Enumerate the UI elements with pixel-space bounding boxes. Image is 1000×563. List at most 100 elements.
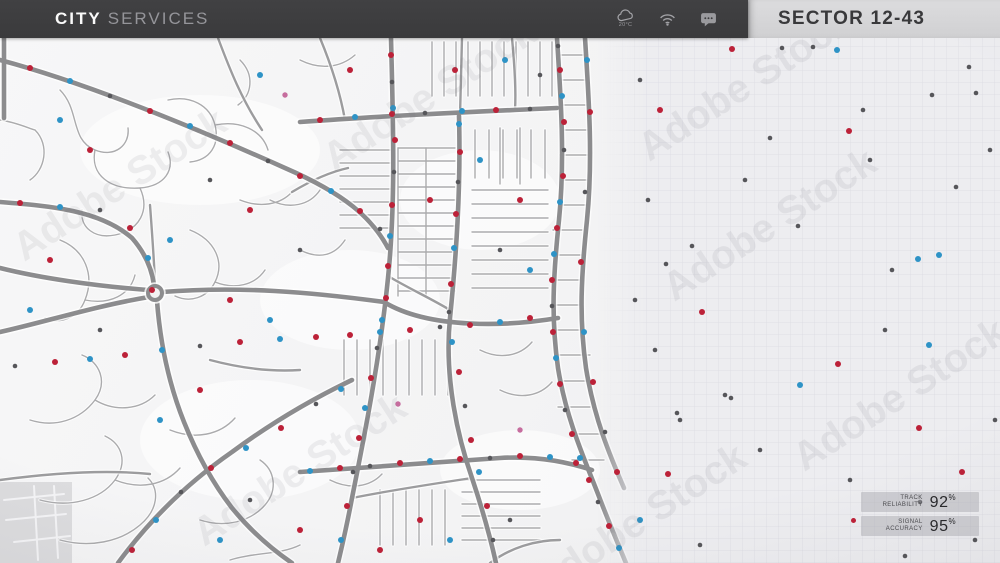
status-dot	[387, 233, 393, 239]
track-reliability-readout: TRACK RELIABILITY 92%	[861, 492, 979, 512]
status-dot	[468, 437, 474, 443]
status-dot	[487, 455, 493, 461]
status-dot	[27, 307, 33, 313]
status-dot	[606, 523, 612, 529]
status-dot	[395, 401, 401, 407]
status-dot	[167, 237, 173, 243]
status-dot	[742, 177, 748, 183]
status-dot	[645, 197, 651, 203]
status-dot	[490, 537, 496, 543]
status-dot	[637, 77, 643, 83]
status-dot	[728, 395, 734, 401]
status-dot	[208, 465, 214, 471]
wifi-indicator[interactable]	[659, 13, 676, 26]
status-dot	[127, 225, 133, 231]
status-dot	[916, 425, 922, 431]
stock-watermark-side: Adobe Stock | #533361665	[0, 320, 2, 561]
status-dot	[267, 317, 273, 323]
weather-indicator[interactable]: 20°C	[616, 9, 635, 29]
status-dot	[47, 257, 53, 263]
stat-value: 95%	[929, 516, 956, 535]
status-dot	[527, 315, 533, 321]
status-dot	[560, 173, 566, 179]
app-title-secondary: SERVICES	[107, 9, 210, 28]
status-dot	[462, 403, 468, 409]
stat-value: 92%	[929, 492, 956, 511]
status-dot	[577, 455, 583, 461]
status-dot	[449, 339, 455, 345]
status-dot	[377, 329, 383, 335]
status-dot	[517, 453, 523, 459]
status-dot	[554, 225, 560, 231]
status-dot	[497, 319, 503, 325]
status-dot	[561, 147, 567, 153]
status-dot	[497, 247, 503, 253]
status-dot	[362, 405, 368, 411]
status-dot	[278, 425, 284, 431]
status-dot	[392, 137, 398, 143]
status-dot	[834, 47, 840, 53]
status-dot	[926, 342, 932, 348]
status-dot	[846, 128, 852, 134]
top-bar-dark-section: CITY SERVICES 20°C	[0, 0, 748, 38]
status-dot	[674, 410, 680, 416]
status-dot	[307, 468, 313, 474]
status-dot	[527, 267, 533, 273]
status-dot	[243, 445, 249, 451]
stat-label: TRACK RELIABILITY	[882, 494, 923, 509]
status-dot	[427, 197, 433, 203]
status-dot	[860, 107, 866, 113]
status-dot	[107, 93, 113, 99]
status-dot	[729, 46, 735, 52]
status-dot	[557, 381, 563, 387]
cloud-icon	[617, 9, 633, 22]
status-dot	[390, 105, 396, 111]
status-dot	[397, 460, 403, 466]
status-dot	[657, 107, 663, 113]
status-dot	[407, 327, 413, 333]
status-dot	[795, 223, 801, 229]
app-title-primary: CITY	[55, 9, 102, 28]
status-dot	[227, 297, 233, 303]
status-dot	[582, 189, 588, 195]
status-dot	[347, 67, 353, 73]
status-dot	[374, 345, 380, 351]
status-dot	[265, 158, 271, 164]
status-dot	[527, 106, 533, 112]
status-dot	[689, 243, 695, 249]
status-dot	[561, 119, 567, 125]
status-dot	[145, 255, 151, 261]
status-dot	[447, 537, 453, 543]
status-dot	[587, 109, 593, 115]
status-dot	[452, 67, 458, 73]
status-dot	[159, 347, 165, 353]
status-dot	[929, 92, 935, 98]
status-dot	[17, 200, 23, 206]
status-dot	[153, 517, 159, 523]
status-dot	[87, 147, 93, 153]
status-dot	[417, 517, 423, 523]
stat-marker-dot	[851, 518, 856, 523]
status-dot	[455, 179, 461, 185]
status-dot	[344, 503, 350, 509]
status-dot	[902, 553, 908, 559]
status-dot	[197, 343, 203, 349]
status-dot	[889, 267, 895, 273]
status-dot	[616, 545, 622, 551]
status-dot	[227, 140, 233, 146]
sector-label: SECTOR 12-43	[748, 0, 1000, 38]
status-dot	[247, 497, 253, 503]
chat-indicator[interactable]	[700, 12, 717, 27]
status-dot	[637, 517, 643, 523]
status-dot	[277, 336, 283, 342]
status-dot	[557, 199, 563, 205]
status-dot	[557, 67, 563, 73]
status-dot	[959, 469, 965, 475]
status-dot	[367, 463, 373, 469]
status-dot	[602, 429, 608, 435]
status-dot	[451, 245, 457, 251]
status-dot	[590, 379, 596, 385]
status-dot	[493, 107, 499, 113]
status-dot	[882, 327, 888, 333]
status-dot	[578, 259, 584, 265]
